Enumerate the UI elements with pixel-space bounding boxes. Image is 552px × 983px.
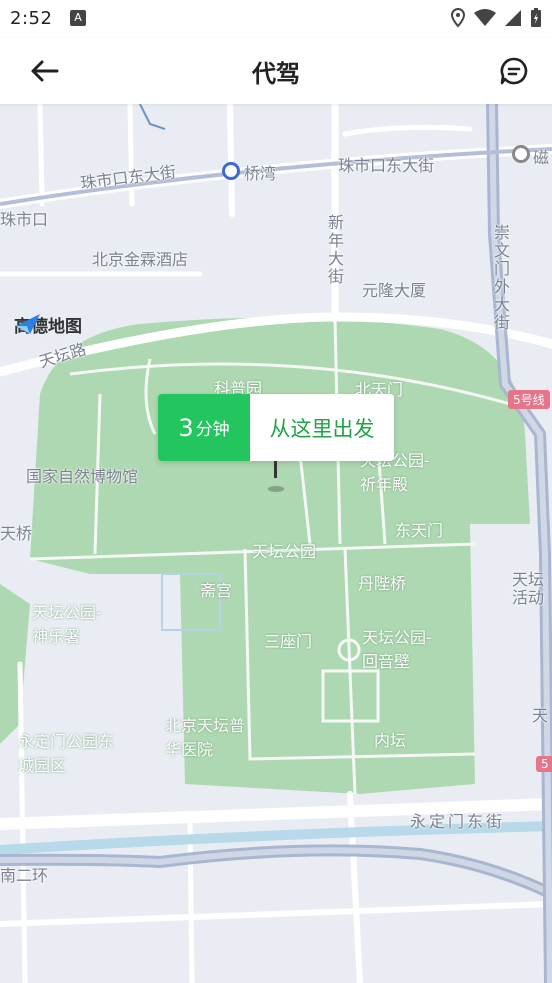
map-label: 永定门公园东城园区 bbox=[18, 732, 115, 775]
metro-icon bbox=[512, 145, 530, 163]
map-label: 三座门 bbox=[264, 632, 313, 651]
message-icon bbox=[500, 57, 528, 85]
map-label: 天坛公园 bbox=[252, 542, 317, 561]
departure-callout[interactable]: 3 分钟 从这里出发 bbox=[158, 394, 394, 461]
eta-number: 3 bbox=[178, 413, 194, 442]
location-pin-icon bbox=[274, 461, 277, 478]
page-title: 代驾 bbox=[252, 60, 300, 88]
pin-shadow bbox=[268, 486, 284, 492]
message-button[interactable] bbox=[496, 54, 532, 88]
map-label: 国家自然博物馆 bbox=[26, 467, 139, 486]
map-label: 磁 bbox=[533, 148, 550, 167]
map-label: 内坛 bbox=[374, 731, 407, 750]
map-label: 永定门东街 bbox=[410, 812, 506, 831]
map-label: 珠市口 bbox=[0, 210, 49, 229]
map-label: 斋宫 bbox=[200, 581, 233, 600]
amap-logo-icon bbox=[16, 314, 40, 334]
map-label: 崇文门外大街 bbox=[491, 224, 510, 332]
map-label: 珠市口东大街 bbox=[338, 156, 435, 175]
metro-line-badge: 5号线 bbox=[508, 390, 550, 409]
notification-icon: A bbox=[70, 10, 86, 26]
status-bar: 2:52 A bbox=[0, 0, 552, 38]
wifi-icon bbox=[474, 9, 496, 26]
map-label: 新年大街 bbox=[325, 214, 344, 286]
eta-unit: 分钟 bbox=[195, 420, 230, 440]
app-header: 代驾 bbox=[0, 38, 552, 104]
map-label: 东天门 bbox=[395, 521, 444, 540]
map-label: 南二环 bbox=[0, 866, 49, 885]
map-label: 桥湾 bbox=[244, 164, 277, 183]
map-label: 活动 bbox=[512, 588, 545, 607]
amap-logo: 高德地图 bbox=[14, 312, 82, 337]
map-label: 天坛公园-回音壁 bbox=[362, 628, 432, 671]
eta-badge: 3 分钟 bbox=[158, 394, 250, 461]
map-label: 天坛公园-神乐署 bbox=[32, 603, 102, 646]
map-label: 北京金霖酒店 bbox=[92, 250, 189, 269]
map-label: 元隆大厦 bbox=[362, 281, 427, 300]
map-label: 丹陛桥 bbox=[358, 574, 407, 593]
map-label: 天桥 bbox=[0, 524, 33, 543]
metro-icon bbox=[222, 162, 240, 180]
map-view[interactable]: 高德地图 珠市口东大街 桥湾 珠市口东大街 磁 珠市口 北京金霖酒店 新年大街 … bbox=[0, 104, 552, 983]
metro-line-badge: 5 bbox=[536, 756, 552, 772]
status-time: 2:52 bbox=[10, 8, 53, 29]
depart-here-button[interactable]: 从这里出发 bbox=[250, 394, 394, 461]
battery-icon bbox=[531, 8, 541, 27]
status-icons bbox=[450, 8, 542, 28]
map-label: 北京天坛普华医院 bbox=[165, 716, 246, 759]
map-label: 天 bbox=[532, 706, 549, 725]
location-icon bbox=[450, 8, 466, 28]
signal-icon bbox=[505, 10, 521, 26]
